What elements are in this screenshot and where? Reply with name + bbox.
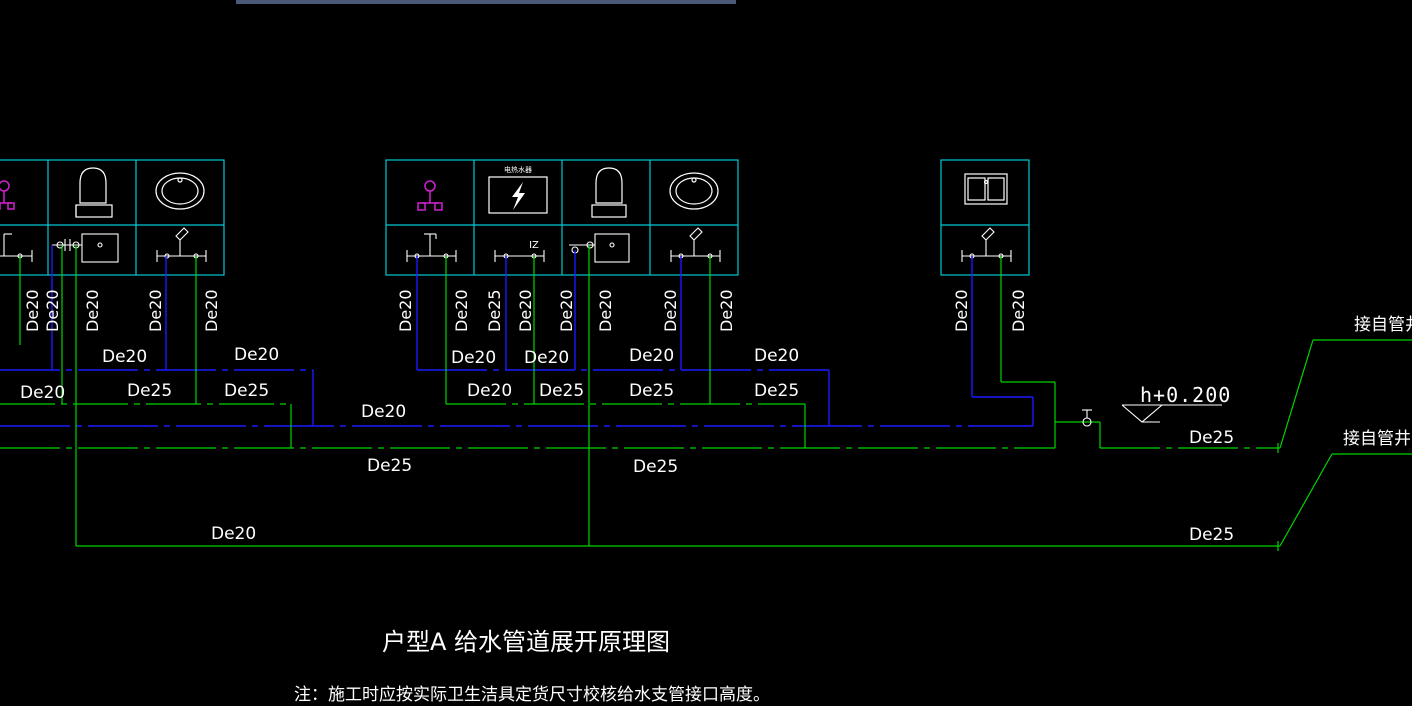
riser-label: De20 — [452, 289, 471, 332]
riser-label: De20 — [661, 289, 680, 332]
wall-tag: IZ — [529, 240, 539, 251]
pipe-label: De20 — [451, 348, 496, 368]
shower-mixer-icon — [417, 180, 443, 211]
plumbing-diagram: 电热水器 IZ h+0.200 De20 De20 De20 De20 De20… — [0, 159, 1412, 705]
pipe-label: De20 — [754, 346, 799, 366]
riser-label: De20 — [952, 289, 971, 332]
elevation-label: h+0.200 — [1140, 383, 1231, 407]
kitchen-sink-icon — [964, 173, 1008, 205]
riser-label: De20 — [202, 289, 221, 332]
electric-water-heater-icon: 电热水器 — [488, 165, 548, 214]
riser-label: De20 — [516, 289, 535, 332]
pipe-label: De25 — [539, 381, 584, 401]
pipe-label: De25 — [754, 381, 799, 401]
source-label-bottom: 接自管井分 — [1343, 429, 1412, 449]
riser-label: De20 — [396, 289, 415, 332]
pipe-label: De25 — [633, 457, 678, 477]
riser-label: De20 — [146, 289, 165, 332]
riser-label: De25 — [485, 289, 504, 332]
pipe-label: De25 — [224, 381, 269, 401]
diagram-title: 户型A 给水管道展开原理图 — [382, 628, 670, 656]
washbasin-icon — [669, 172, 719, 210]
pipe-label: De25 — [367, 456, 412, 476]
pipe-label: De20 — [467, 381, 512, 401]
valve-icon — [1082, 409, 1092, 427]
fixture-group-kitchen — [940, 159, 1030, 276]
riser-label: De20 — [23, 289, 42, 332]
pipe-label: De25 — [1189, 525, 1234, 545]
riser-label: De20 — [83, 289, 102, 332]
shower-mixer-icon — [0, 180, 15, 210]
water-heater-label: 电热水器 — [504, 165, 532, 174]
pipe-label: De20 — [102, 347, 147, 367]
pipe-label: De20 — [211, 524, 256, 544]
riser-label: De20 — [717, 289, 736, 332]
source-label-top: 接自管井 — [1354, 315, 1412, 335]
riser-label: De20 — [596, 289, 615, 332]
fixture-group-middle — [385, 159, 739, 276]
toilet-icon — [591, 167, 627, 218]
diagram-note: 注：施工时应按实际卫生洁具定货尺寸校核给水支管接口高度。 — [294, 685, 770, 705]
pipe-labels: De20 De20 De20 De25 De25 De20 De20 De20 … — [20, 345, 1234, 545]
pipe-label: De20 — [234, 345, 279, 365]
washbasin-icon — [155, 172, 205, 210]
pipe-label: De20 — [629, 346, 674, 366]
elevation-marker-icon — [1121, 404, 1222, 423]
pipe-label: De20 — [20, 383, 65, 403]
riser-label: De20 — [1009, 289, 1028, 332]
pipe-label: De20 — [361, 402, 406, 422]
pipe-label: De25 — [1189, 428, 1234, 448]
toilet-icon — [75, 167, 113, 218]
pipe-label: De20 — [524, 348, 569, 368]
pipe-label: De25 — [127, 381, 172, 401]
riser-label: De20 — [43, 289, 62, 332]
pipe-label: De25 — [629, 381, 674, 401]
riser-labels: De20 De20 De20 De20 De20 De20 De20 De25 … — [23, 289, 1028, 332]
riser-label: De20 — [557, 289, 576, 332]
